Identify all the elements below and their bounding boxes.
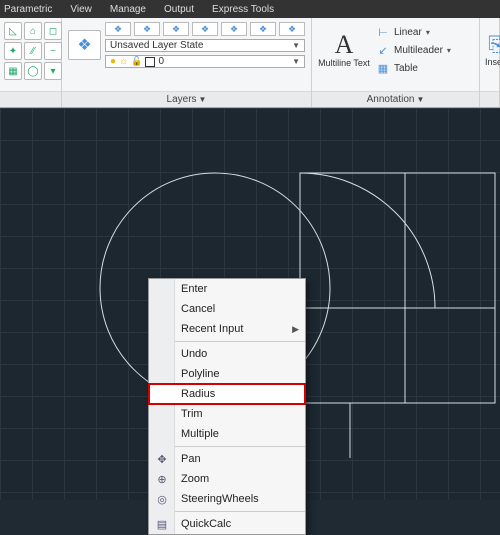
ctx-undo[interactable]: Undo bbox=[149, 344, 305, 364]
ctx-steeringwheels[interactable]: ◎SteeringWheels bbox=[149, 489, 305, 509]
layer-state-dropdown[interactable]: Unsaved Layer State ▼ bbox=[105, 39, 305, 52]
ctx-separator bbox=[175, 341, 305, 342]
pan-icon: ✥ bbox=[154, 453, 170, 466]
ctx-polyline[interactable]: Polyline bbox=[149, 364, 305, 384]
ctx-radius[interactable]: Radius bbox=[149, 384, 305, 404]
context-menu: Enter Cancel Recent Input▶ Undo Polyline… bbox=[148, 278, 306, 535]
ribbon-group-layers: ❖ ❖ ❖ ❖ ❖ ❖ ❖ ❖ Unsaved Layer State ▼ bbox=[62, 18, 312, 107]
group-label-blank bbox=[480, 91, 499, 107]
lock-icon: 🔓 bbox=[131, 56, 142, 67]
multiline-text-label: Multiline Text bbox=[318, 58, 370, 68]
zoom-icon: ⊕ bbox=[154, 473, 170, 486]
layer-tool-icon[interactable]: ❖ bbox=[279, 22, 305, 36]
ribbon-group-annotation: A Multiline Text ⊢ Linear ▾ ↙ Multileade… bbox=[312, 18, 480, 107]
menu-parametric[interactable]: Parametric bbox=[4, 4, 52, 15]
ctx-pan[interactable]: ✥Pan bbox=[149, 449, 305, 469]
layer-tool-icon[interactable]: ❖ bbox=[221, 22, 247, 36]
linear-dimension-button[interactable]: ⊢ Linear ▾ bbox=[376, 24, 451, 40]
chevron-down-icon: ▾ bbox=[447, 46, 451, 55]
menu-express-tools[interactable]: Express Tools bbox=[212, 4, 274, 15]
ribbon-group-insert: ⎘ Insert ⊡ ⊞ bbox=[480, 18, 500, 107]
table-button[interactable]: ▦ Table bbox=[376, 60, 451, 76]
group-label bbox=[0, 91, 61, 107]
linear-icon: ⊢ bbox=[376, 26, 390, 39]
tool-icon[interactable]: ~ bbox=[44, 42, 62, 60]
menu-manage[interactable]: Manage bbox=[110, 4, 146, 15]
submenu-arrow-icon: ▶ bbox=[292, 324, 299, 335]
insert-icon: ⎘ bbox=[488, 34, 500, 57]
layer-tool-icon[interactable]: ❖ bbox=[134, 22, 160, 36]
color-swatch bbox=[145, 57, 155, 67]
tool-icon[interactable]: ◯ bbox=[24, 62, 42, 80]
ribbon: ◺ ⌂ ◻ ✦ ⁄⁄ ~ ▦ ◯ ▾ ❖ ❖ ❖ ❖ ❖ ❖ bbox=[0, 18, 500, 108]
insert-button[interactable]: ⎘ Insert bbox=[484, 22, 500, 78]
tool-icon[interactable]: ✦ bbox=[4, 42, 22, 60]
ribbon-group-modify: ◺ ⌂ ◻ ✦ ⁄⁄ ~ ▦ ◯ ▾ bbox=[0, 18, 62, 107]
layer-tool-icon[interactable]: ❖ bbox=[250, 22, 276, 36]
chevron-down-icon: ▼ bbox=[292, 57, 300, 66]
bulb-icon: ● bbox=[110, 56, 116, 67]
table-icon: ▦ bbox=[376, 62, 390, 75]
menu-output[interactable]: Output bbox=[164, 4, 194, 15]
layer-tool-icon[interactable]: ❖ bbox=[192, 22, 218, 36]
ctx-quickcalc[interactable]: ▤QuickCalc bbox=[149, 514, 305, 534]
tool-icon[interactable]: ◺ bbox=[4, 22, 22, 40]
multileader-icon: ↙ bbox=[376, 44, 390, 57]
tool-icon[interactable]: ⌂ bbox=[24, 22, 42, 40]
layer-properties-icon[interactable]: ❖ bbox=[68, 30, 101, 60]
steering-icon: ◎ bbox=[154, 493, 170, 506]
tool-icon[interactable]: ⁄⁄ bbox=[24, 42, 42, 60]
ctx-multiple[interactable]: Multiple bbox=[149, 424, 305, 444]
ctx-zoom[interactable]: ⊕Zoom bbox=[149, 469, 305, 489]
menu-view[interactable]: View bbox=[70, 4, 92, 15]
ctx-trim[interactable]: Trim bbox=[149, 404, 305, 424]
multiline-text-button[interactable]: A Multiline Text bbox=[316, 22, 372, 78]
layer-tool-icon[interactable]: ❖ bbox=[105, 22, 131, 36]
ctx-enter[interactable]: Enter bbox=[149, 279, 305, 299]
current-layer-dropdown[interactable]: ● ☼ 🔓 0 ▼ bbox=[105, 55, 305, 68]
group-label-annotation[interactable]: Annotation▼ bbox=[312, 91, 479, 107]
ctx-separator bbox=[175, 511, 305, 512]
tool-icon[interactable]: ▦ bbox=[4, 62, 22, 80]
tool-icon[interactable]: ▾ bbox=[44, 62, 62, 80]
sun-icon: ☼ bbox=[119, 56, 128, 67]
insert-label: Insert bbox=[485, 57, 500, 67]
chevron-down-icon: ▼ bbox=[292, 41, 300, 50]
drawing-canvas[interactable]: Enter Cancel Recent Input▶ Undo Polyline… bbox=[0, 108, 500, 500]
layer-tool-icon[interactable]: ❖ bbox=[163, 22, 189, 36]
tool-icon[interactable]: ◻ bbox=[44, 22, 62, 40]
chevron-down-icon: ▾ bbox=[426, 28, 430, 37]
ctx-recent-input[interactable]: Recent Input▶ bbox=[149, 319, 305, 339]
ctx-separator bbox=[175, 446, 305, 447]
menubar: Parametric View Manage Output Express To… bbox=[0, 0, 500, 18]
layer-state-text: Unsaved Layer State bbox=[110, 40, 203, 51]
multileader-button[interactable]: ↙ Multileader ▾ bbox=[376, 42, 451, 58]
text-icon: A bbox=[335, 32, 354, 58]
calc-icon: ▤ bbox=[154, 518, 170, 531]
current-layer-name: 0 bbox=[158, 56, 164, 67]
ctx-cancel[interactable]: Cancel bbox=[149, 299, 305, 319]
group-label-layers[interactable]: Layers▼ bbox=[62, 91, 311, 107]
